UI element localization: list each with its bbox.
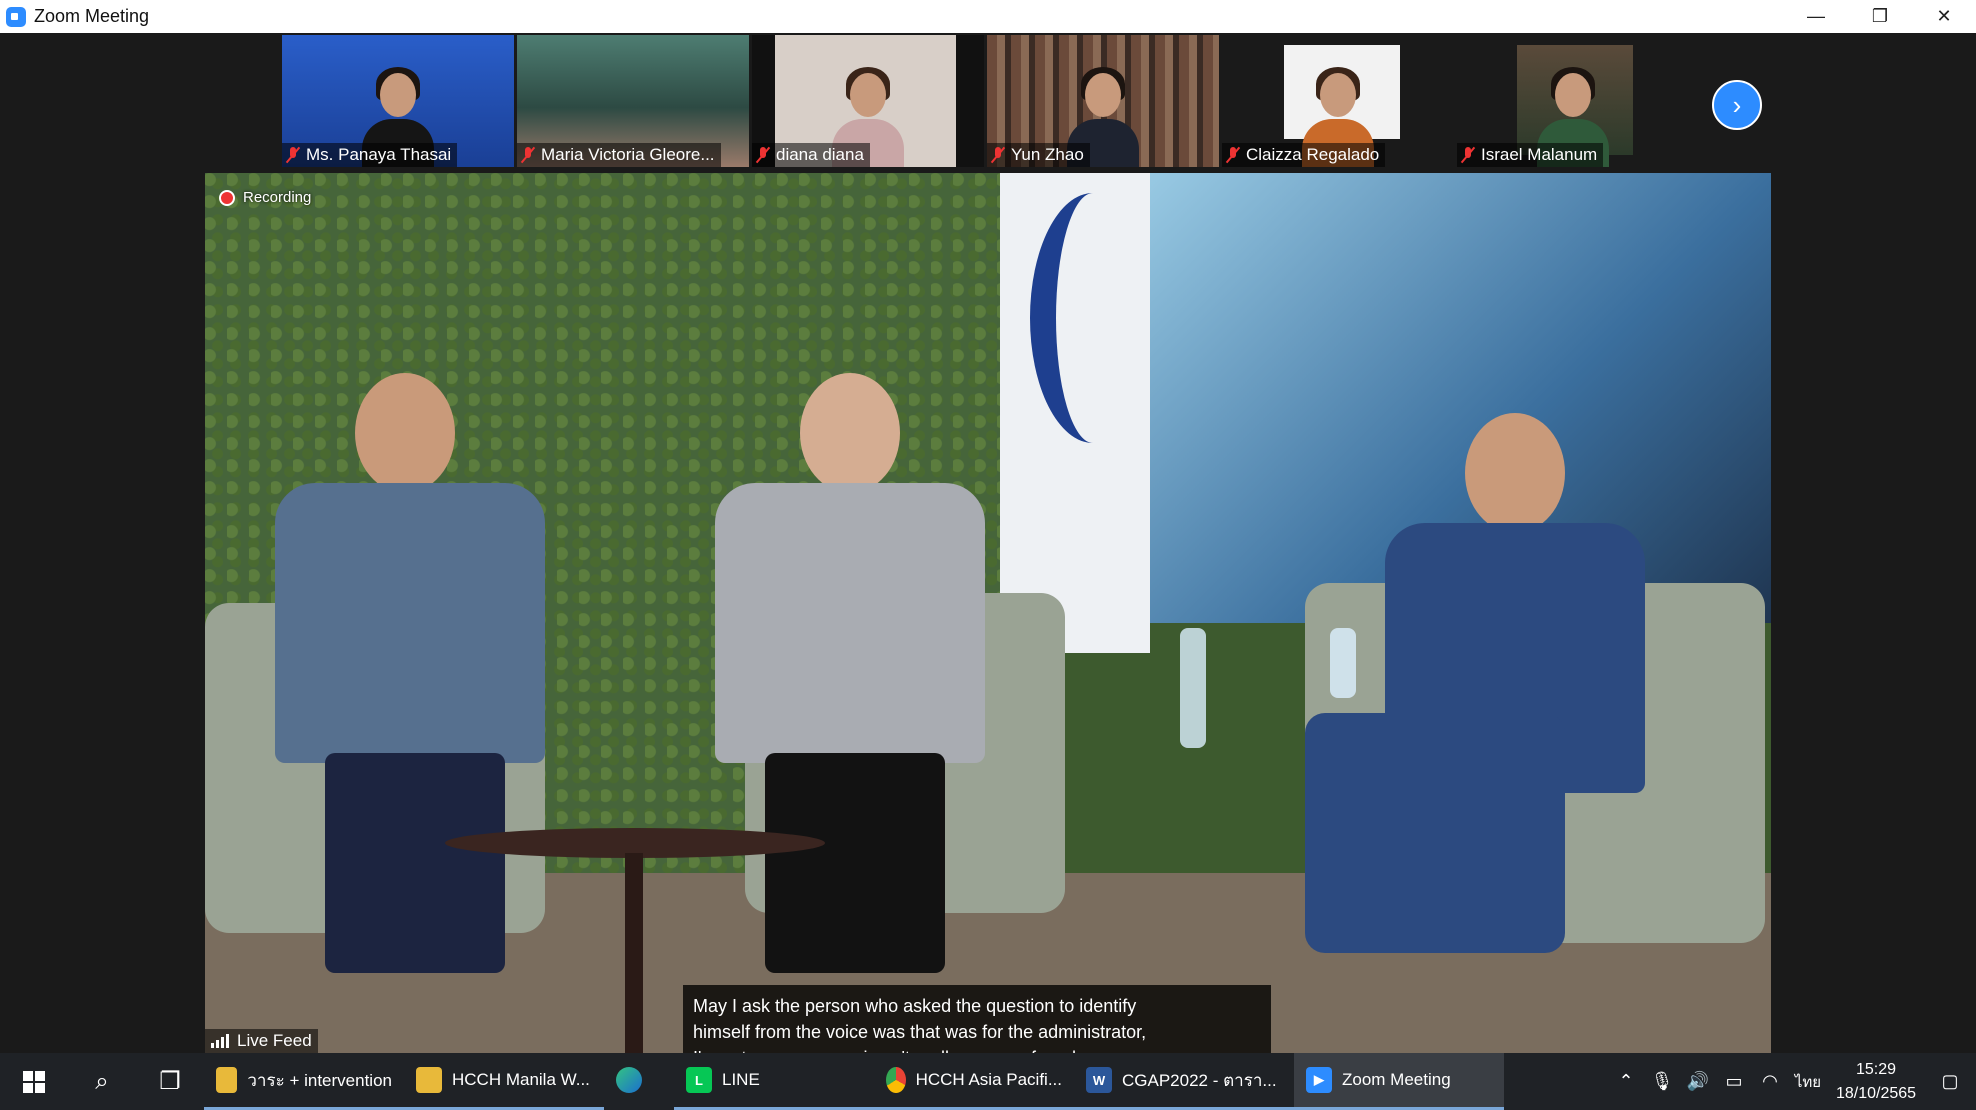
taskbar-app-label: Zoom Meeting [1342, 1070, 1451, 1089]
chevron-up-icon: ⌃ [1618, 1071, 1634, 1091]
next-page-button[interactable]: › [1712, 80, 1762, 130]
windows-logo-icon [23, 1070, 45, 1093]
clock-time: 15:29 [1855, 1060, 1897, 1078]
edge-icon [616, 1067, 642, 1093]
taskbar-app-label: HCCH Asia Pacifi... [915, 1070, 1062, 1089]
taskbar: ⌕ ❐ วาระ + intervention HCCH Manila W...… [0, 1053, 1976, 1110]
taskbar-app-label: CGAP2022 - ตารา... [1122, 1070, 1277, 1090]
signal-bars-icon [211, 1034, 231, 1048]
participant-name-bar: diana diana [752, 143, 870, 167]
participant-name: Ms. Panaya Thasai [306, 145, 452, 164]
window-controls: — ❐ ✕ [1784, 0, 1976, 33]
live-feed-label: Live Feed [237, 1031, 312, 1050]
search-icon: ⌕ [95, 1067, 109, 1095]
side-table-leg [625, 853, 643, 1053]
participant-tile[interactable]: diana diana [752, 35, 984, 167]
battery-icon: ▭ [1725, 1071, 1743, 1091]
network-button[interactable]: ◠ [1752, 1053, 1788, 1110]
speaker-icon: 🔊 [1686, 1071, 1710, 1091]
search-button[interactable]: ⌕ [68, 1053, 136, 1110]
close-button[interactable]: ✕ [1912, 0, 1976, 33]
participant-name-bar: Maria Victoria Gleore... [517, 143, 721, 167]
participant-name-bar: Israel Malanum [1457, 143, 1604, 167]
participant-tile[interactable]: Israel Malanum [1457, 35, 1689, 167]
caption-line: May I ask the person who asked the quest… [693, 996, 1137, 1016]
participant-name: diana diana [776, 145, 864, 164]
panelist-middle [705, 363, 1005, 973]
muted-mic-icon [521, 146, 535, 164]
flag [1000, 173, 1150, 653]
participant-name: Maria Victoria Gleore... [541, 145, 715, 164]
minimize-button[interactable]: — [1784, 0, 1848, 33]
folder-icon [216, 1067, 238, 1093]
participant-name-bar: Claizza Regalado [1222, 143, 1386, 167]
chevron-right-icon: › [1732, 89, 1742, 120]
wifi-icon: ◠ [1762, 1071, 1778, 1091]
muted-mic-icon [1226, 146, 1240, 164]
participant-tile[interactable]: Ms. Panaya Thasai [282, 35, 514, 167]
water-bottle [1180, 628, 1206, 748]
taskbar-app-label: วาระ + intervention [247, 1070, 392, 1090]
muted-mic-icon [756, 146, 770, 164]
active-speaker-video: Recording Live Feed May I ask the person… [205, 173, 1771, 1053]
clock[interactable]: 15:29 18/10/2565 [1828, 1058, 1924, 1106]
participant-tile[interactable]: Maria Victoria Gleore... [517, 35, 749, 167]
restore-button[interactable]: ❐ [1848, 0, 1912, 33]
folder-icon [416, 1067, 442, 1093]
task-view-button[interactable]: ❐ [136, 1053, 204, 1110]
caption-line: I'm not very sure cuz i can't really see… [693, 1045, 1261, 1053]
meeting-area: Ms. Panaya Thasai Maria Victoria Gleore.… [0, 33, 1976, 1053]
panelist-left [265, 373, 565, 973]
muted-mic-icon [1461, 146, 1475, 164]
system-tray: ⌃ 🎙 🔊 ▭ ◠ ไทย 15:29 18/10/2565 ▢ [1608, 1053, 1976, 1110]
notifications-button[interactable]: ▢ [1924, 1053, 1976, 1110]
clock-date: 18/10/2565 [1835, 1084, 1917, 1102]
zoom-app-icon [6, 6, 26, 27]
show-hidden-icons-button[interactable]: ⌃ [1608, 1053, 1644, 1110]
title-bar: Zoom Meeting — ❐ ✕ [0, 0, 1976, 33]
volume-button[interactable]: 🔊 [1680, 1053, 1716, 1110]
participant-strip: Ms. Panaya Thasai Maria Victoria Gleore.… [282, 35, 1692, 169]
battery-button[interactable]: ▭ [1716, 1053, 1752, 1110]
input-language-button[interactable]: ไทย [1788, 1053, 1828, 1110]
participant-name: Yun Zhao [1011, 145, 1084, 164]
microphone-tray-button[interactable]: 🎙 [1644, 1053, 1680, 1110]
recording-dot-icon [219, 189, 235, 206]
zoom-icon: ▶ [1306, 1067, 1332, 1093]
word-icon: W [1086, 1067, 1112, 1093]
recording-indicator: Recording [219, 189, 311, 206]
participant-tile[interactable]: Claizza Regalado [1222, 35, 1454, 167]
participant-name-bar: Ms. Panaya Thasai [282, 143, 458, 167]
microphone-icon: 🎙 [1650, 1071, 1674, 1091]
taskbar-app-folder-2[interactable]: HCCH Manila W... [404, 1053, 604, 1110]
participant-tile[interactable]: Yun Zhao [987, 35, 1219, 167]
participant-name: Claizza Regalado [1246, 145, 1380, 164]
taskbar-app-label: HCCH Manila W... [452, 1070, 590, 1089]
taskbar-app-folder-1[interactable]: วาระ + intervention [204, 1053, 404, 1110]
caption-line: himself from the voice was that was for … [693, 1022, 1147, 1042]
participant-name: Israel Malanum [1481, 145, 1598, 164]
window-title: Zoom Meeting [34, 6, 150, 26]
chrome-icon [886, 1067, 906, 1093]
taskbar-app-label: LINE [722, 1070, 760, 1089]
muted-mic-icon [286, 146, 300, 164]
live-feed-badge: Live Feed [205, 1029, 318, 1053]
water-bottle [1330, 628, 1356, 698]
notification-icon: ▢ [1941, 1071, 1959, 1091]
taskbar-app-line[interactable]: L LINE [674, 1053, 874, 1110]
taskbar-app-word[interactable]: W CGAP2022 - ตารา... [1074, 1053, 1294, 1110]
recording-label: Recording [243, 189, 312, 206]
muted-mic-icon [991, 146, 1005, 164]
closed-caption: May I ask the person who asked the quest… [683, 985, 1271, 1053]
taskbar-app-zoom[interactable]: ▶ Zoom Meeting [1294, 1053, 1504, 1110]
taskbar-app-chrome[interactable]: HCCH Asia Pacifi... [874, 1053, 1074, 1110]
line-icon: L [686, 1067, 712, 1093]
participant-name-bar: Yun Zhao [987, 143, 1090, 167]
start-button[interactable] [0, 1053, 68, 1110]
task-view-icon: ❐ [159, 1068, 181, 1095]
taskbar-app-edge[interactable] [604, 1053, 674, 1110]
panelist-right [1305, 413, 1685, 1013]
